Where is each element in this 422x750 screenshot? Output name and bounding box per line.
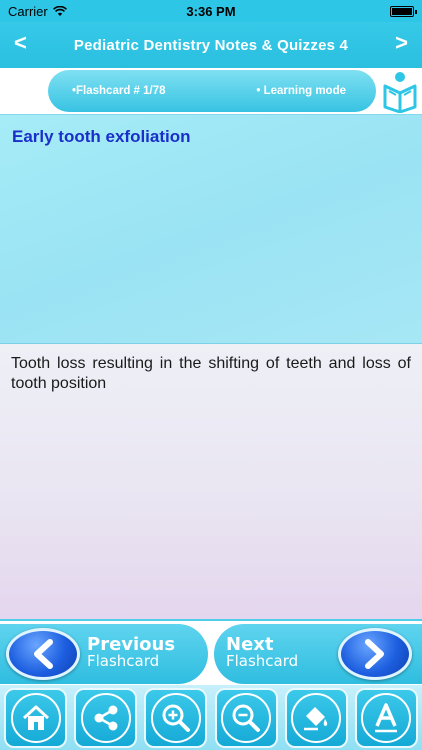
flashcard-term: Early tooth exfoliation xyxy=(12,127,191,146)
book-reader-icon[interactable] xyxy=(380,69,420,113)
zoom-in-icon xyxy=(150,692,201,743)
info-pill: •Flashcard # 1/78 • Learning mode xyxy=(48,70,376,112)
flashcard-term-panel[interactable]: Early tooth exfoliation xyxy=(0,114,422,343)
previous-flashcard-button[interactable]: Previous Flashcard xyxy=(0,624,208,684)
previous-main-label: Previous xyxy=(87,634,176,655)
next-label: Next Flashcard xyxy=(226,636,298,670)
home-button[interactable] xyxy=(4,687,67,748)
previous-sub-label: Flashcard xyxy=(87,652,160,670)
share-button[interactable] xyxy=(74,687,138,748)
font-size-button[interactable] xyxy=(354,687,418,748)
theme-button[interactable] xyxy=(284,687,348,748)
wifi-icon xyxy=(52,5,67,16)
flashcard-counter: •Flashcard # 1/78 xyxy=(72,85,166,97)
home-icon xyxy=(10,692,61,743)
previous-label: Previous Flashcard xyxy=(87,636,175,670)
status-left: Carrier xyxy=(8,4,67,19)
carrier-label: Carrier xyxy=(8,3,48,19)
zoom-out-icon xyxy=(221,692,272,743)
next-sub-label: Flashcard xyxy=(226,652,299,670)
flashcard-definition: Tooth loss resulting in the shifting of … xyxy=(11,355,411,392)
battery-icon xyxy=(390,5,417,17)
forward-arrow-button[interactable]: > xyxy=(395,30,408,56)
paint-bucket-icon xyxy=(291,692,342,743)
status-time: 3:36 PM xyxy=(186,3,236,19)
flashcard-definition-panel[interactable]: Tooth loss resulting in the shifting of … xyxy=(0,343,422,619)
back-arrow-button[interactable]: < xyxy=(14,30,27,56)
zoom-out-button[interactable] xyxy=(214,687,278,748)
status-bar: Carrier 3:36 PM xyxy=(0,0,422,22)
next-flashcard-button[interactable]: Next Flashcard xyxy=(214,624,422,684)
mode-label: • Learning mode xyxy=(256,85,346,97)
bottom-toolbar xyxy=(0,685,422,750)
left-arrow-icon xyxy=(6,628,80,680)
share-icon xyxy=(80,692,131,743)
next-main-label: Next xyxy=(226,634,274,655)
nav-bar: < Pediatric Dentistry Notes & Quizzes 4 … xyxy=(0,22,422,68)
page-title: Pediatric Dentistry Notes & Quizzes 4 xyxy=(73,36,349,54)
right-arrow-icon xyxy=(338,628,412,680)
info-bar: •Flashcard # 1/78 • Learning mode xyxy=(0,68,422,114)
pager-bar: Previous Flashcard Next Flashcard xyxy=(0,619,422,685)
font-icon xyxy=(361,692,412,743)
zoom-in-button[interactable] xyxy=(144,687,208,748)
